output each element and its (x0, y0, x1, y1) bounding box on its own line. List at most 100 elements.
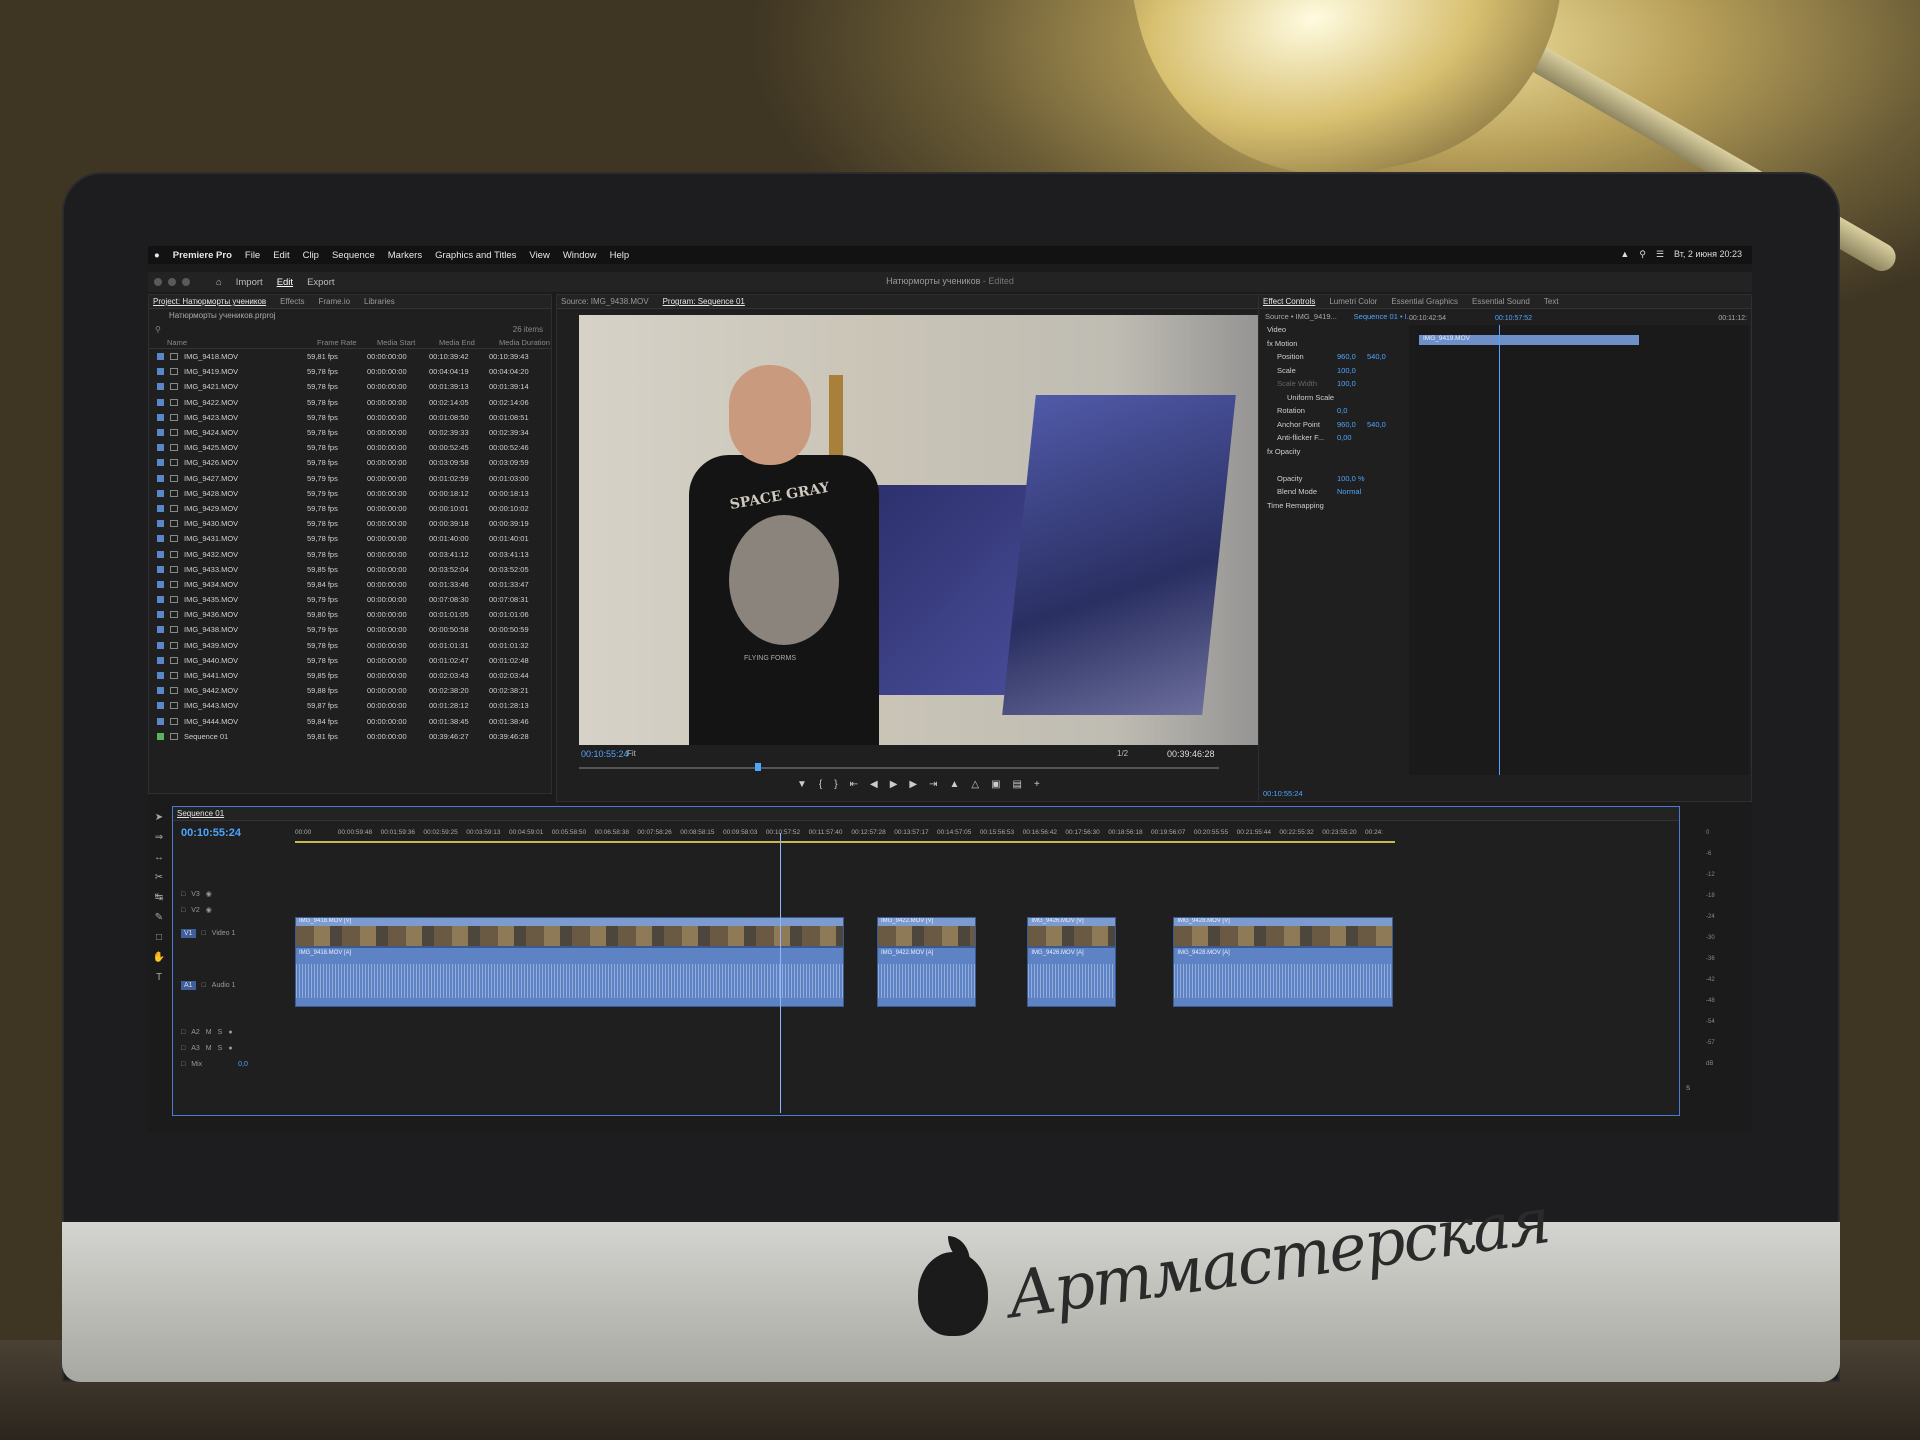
mute-button[interactable]: M (206, 1029, 212, 1036)
video-clip[interactable]: IMG_9418.MOV [V] (295, 917, 844, 947)
effect-value-1[interactable]: 100,0 (1337, 366, 1356, 375)
label-color-swatch[interactable] (157, 656, 164, 664)
menu-window[interactable]: Window (563, 250, 597, 261)
effect-property-row[interactable]: Anchor Point 960,0 540,0 (1259, 418, 1409, 432)
table-row[interactable]: IMG_9423.MOV 59,78 fps 00:00:00:00 00:01:08… (149, 410, 551, 425)
label-color-swatch[interactable] (157, 702, 164, 710)
menu-edit[interactable]: Edit (273, 250, 289, 261)
menu-view[interactable]: View (529, 250, 549, 261)
effect-property-row[interactable]: Blend Mode Normal (1259, 485, 1409, 499)
meter-solo-button[interactable]: S (1686, 1086, 1690, 1092)
go-to-out-icon[interactable]: ⇥ (929, 779, 937, 790)
program-scrub-bar[interactable] (579, 767, 1219, 769)
effect-property-row[interactable]: Time Remapping (1259, 499, 1409, 513)
label-color-swatch[interactable] (157, 413, 164, 421)
table-row[interactable]: IMG_9421.MOV 59,78 fps 00:00:00:00 00:01:39… (149, 379, 551, 394)
menu-markers[interactable]: Markers (388, 250, 422, 261)
hand-tool-icon[interactable]: ✋ (153, 952, 165, 963)
col-media-end[interactable]: Media End (439, 338, 499, 347)
audio-clip[interactable]: IMG_9428.MOV [A] (1173, 947, 1393, 1007)
label-color-swatch[interactable] (157, 489, 164, 497)
fx-playhead[interactable] (1499, 325, 1500, 775)
table-row[interactable]: IMG_9431.MOV 59,78 fps 00:00:00:00 00:01:40… (149, 531, 551, 546)
lock-icon[interactable]: □ (181, 891, 185, 898)
timeline-ruler[interactable]: 00:00 00:00:59:48 00:01:59:36 00:02:59:25 00… (295, 829, 1395, 839)
tab-text[interactable]: Text (1544, 297, 1559, 306)
solo-button[interactable]: S (218, 1029, 223, 1036)
marker-icon[interactable]: ▼ (797, 779, 807, 790)
selection-tool-icon[interactable]: ➤ (155, 812, 163, 823)
table-row[interactable]: IMG_9426.MOV 59,78 fps 00:00:00:00 00:03:09… (149, 455, 551, 470)
menu-help[interactable]: Help (610, 250, 630, 261)
label-color-swatch[interactable] (157, 504, 164, 512)
label-color-swatch[interactable] (157, 383, 164, 391)
pen-tool-icon[interactable]: ✎ (155, 912, 163, 923)
tab-essential-sound[interactable]: Essential Sound (1472, 297, 1530, 306)
step-forward-icon[interactable]: ▶ (909, 779, 917, 790)
table-row[interactable]: IMG_9438.MOV 59,79 fps 00:00:00:00 00:00:50… (149, 622, 551, 637)
camera-icon[interactable]: ▣ (991, 779, 1000, 790)
menu-file[interactable]: File (245, 250, 260, 261)
effect-property-row[interactable]: Uniform Scale (1259, 391, 1409, 405)
effect-value-1[interactable]: 0,00 (1337, 433, 1352, 442)
resolution-select[interactable]: 1/2 (1117, 749, 1128, 758)
tab-effect-controls[interactable]: Effect Controls (1263, 297, 1315, 306)
effect-sequence[interactable]: Sequence 01 • I... (1354, 312, 1413, 321)
effect-property-row[interactable]: Scale 100,0 (1259, 364, 1409, 378)
extract-icon[interactable]: △ (971, 779, 979, 790)
table-row[interactable]: IMG_9435.MOV 59,79 fps 00:00:00:00 00:07:08… (149, 592, 551, 607)
label-color-swatch[interactable] (157, 626, 164, 634)
tab-project[interactable]: Project: Натюрморты учеников (153, 297, 266, 306)
audio-clip[interactable]: IMG_9418.MOV [A] (295, 947, 844, 1007)
label-color-swatch[interactable] (157, 565, 164, 573)
table-row[interactable]: IMG_9419.MOV 59,78 fps 00:00:00:00 00:04:04… (149, 364, 551, 379)
play-icon[interactable]: ▶ (890, 779, 898, 790)
table-row[interactable]: IMG_9439.MOV 59,78 fps 00:00:00:00 00:01:01… (149, 638, 551, 653)
track-label-a3[interactable]: A3 (191, 1045, 200, 1052)
table-row[interactable]: IMG_9425.MOV 59,78 fps 00:00:00:00 00:00:52… (149, 440, 551, 455)
label-color-swatch[interactable] (157, 444, 164, 452)
lock-icon[interactable]: □ (202, 930, 206, 937)
track-label-v2[interactable]: V2 (191, 907, 200, 914)
eye-icon[interactable]: ◉ (206, 906, 212, 914)
timeline-timecode[interactable]: 00:10:55:24 (181, 827, 241, 839)
fx-clip-bar[interactable]: IMG_9419.MOV (1419, 335, 1639, 345)
label-color-swatch[interactable] (157, 353, 164, 361)
slip-tool-icon[interactable]: ↹ (155, 892, 163, 903)
effect-property-row[interactable]: Opacity 100,0 % (1259, 472, 1409, 486)
lock-icon[interactable]: □ (202, 982, 206, 989)
table-row[interactable]: IMG_9433.MOV 59,85 fps 00:00:00:00 00:03:52… (149, 562, 551, 577)
col-media-start[interactable]: Media Start (377, 338, 439, 347)
label-color-swatch[interactable] (157, 717, 164, 725)
table-row[interactable]: IMG_9443.MOV 59,87 fps 00:00:00:00 00:01:28… (149, 698, 551, 713)
label-color-swatch[interactable] (157, 368, 164, 376)
effect-property-row[interactable]: fx Opacity (1259, 445, 1409, 459)
tab-program[interactable]: Program: Sequence 01 (663, 297, 745, 306)
lift-icon[interactable]: ▲ (949, 779, 959, 790)
mic-icon[interactable]: ● (228, 1045, 232, 1052)
effect-property-row[interactable]: Scale Width 100,0 (1259, 377, 1409, 391)
table-row[interactable]: IMG_9428.MOV 59,79 fps 00:00:00:00 00:00:18… (149, 486, 551, 501)
effect-property-row[interactable] (1259, 458, 1409, 472)
label-color-swatch[interactable] (157, 611, 164, 619)
menu-app-name[interactable]: Premiere Pro (173, 250, 232, 261)
track-label-v3[interactable]: V3 (191, 891, 200, 898)
table-row[interactable]: IMG_9427.MOV 59,79 fps 00:00:00:00 00:01:02… (149, 471, 551, 486)
search-icon[interactable]: ⚲ (155, 323, 161, 337)
effect-value-1[interactable]: 100,0 (1337, 379, 1356, 388)
effect-source[interactable]: Source • IMG_9419... (1265, 312, 1337, 321)
table-row[interactable]: IMG_9434.MOV 59,84 fps 00:00:00:00 00:01:33… (149, 577, 551, 592)
label-color-swatch[interactable] (157, 520, 164, 528)
program-video-frame[interactable]: SPACE GRAY FLYING FORMS (579, 315, 1344, 745)
compare-icon[interactable]: ▤ (1013, 779, 1022, 790)
table-row[interactable]: IMG_9430.MOV 59,78 fps 00:00:00:00 00:00:39… (149, 516, 551, 531)
effect-property-row[interactable]: Anti-flicker F... 0,00 (1259, 431, 1409, 445)
label-color-swatch[interactable] (157, 580, 164, 588)
mix-value[interactable]: 0,0 (238, 1061, 248, 1068)
table-row[interactable]: IMG_9436.MOV 59,80 fps 00:00:00:00 00:01:01… (149, 607, 551, 622)
effect-value-1[interactable]: 960,0 (1337, 352, 1356, 361)
tab-effects[interactable]: Effects (280, 297, 304, 306)
tab-lumetri[interactable]: Lumetri Color (1329, 297, 1377, 306)
col-name[interactable]: Name (167, 338, 317, 347)
ripple-edit-tool-icon[interactable]: ↔ (154, 852, 164, 863)
